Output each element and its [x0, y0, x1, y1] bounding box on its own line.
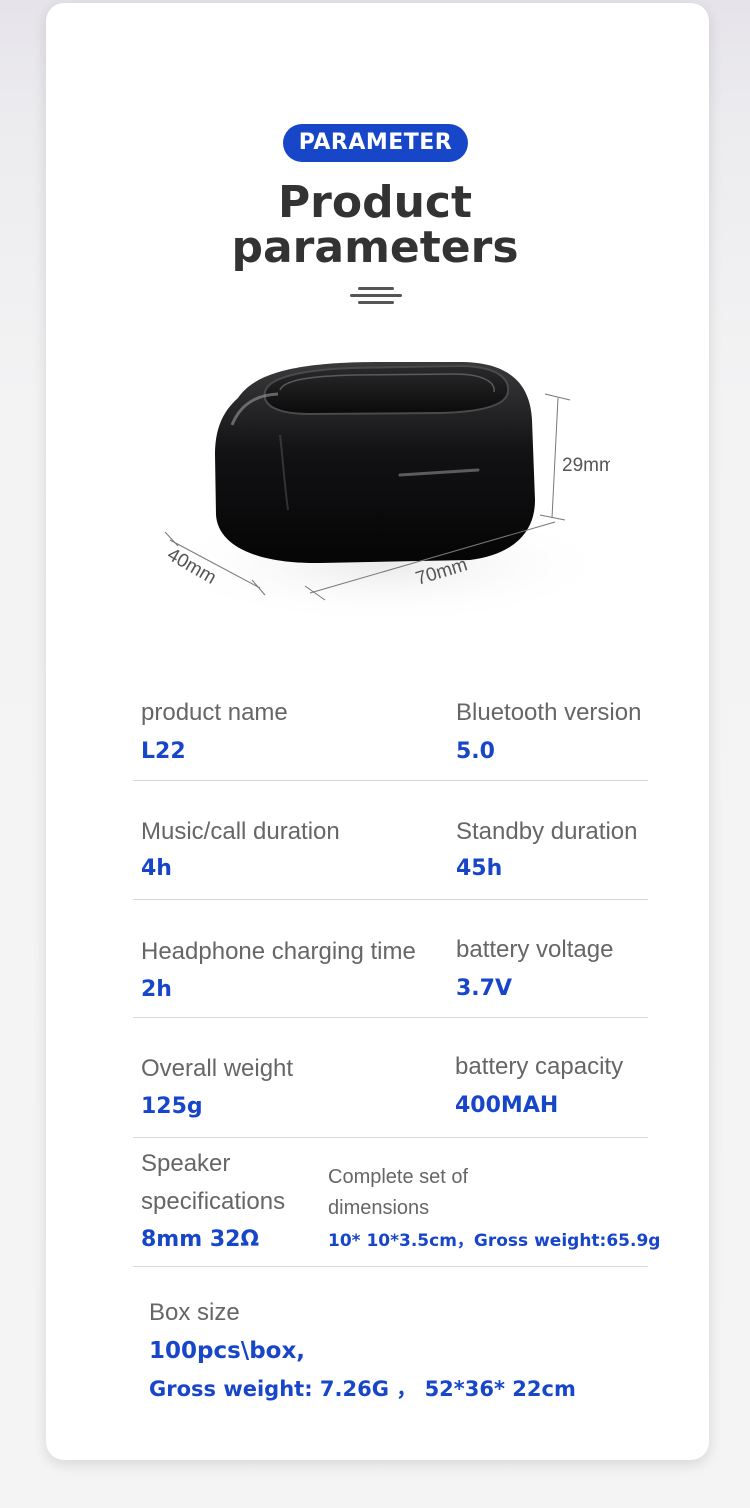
complete-set-label-line1: Complete set of: [328, 1166, 469, 1188]
standby-duration-label: Standby duration: [456, 818, 638, 845]
charging-time-label: Headphone charging time: [141, 938, 416, 965]
bluetooth-version-label: Bluetooth version: [456, 699, 642, 726]
battery-capacity-value: 400MAH: [455, 1093, 559, 1118]
parameter-badge: PARAMETER: [283, 124, 468, 162]
box-size-value-line2: Gross weight: 7.26G ， 52*36* 22cm: [149, 1377, 576, 1401]
product-name-value: L22: [141, 739, 186, 764]
music-call-duration-label: Music/call duration: [141, 818, 340, 845]
box-size-value-line1: 100pcs\box,: [149, 1338, 306, 1364]
page-title-line1: Product: [277, 177, 473, 228]
speaker-value: 8mm 32Ω: [141, 1227, 260, 1252]
row-divider: [133, 1137, 648, 1138]
product-name-label: product name: [141, 699, 288, 726]
bluetooth-version-value: 5.0: [456, 739, 495, 764]
music-call-duration-value: 4h: [141, 856, 172, 881]
page-title-line2: parameters: [231, 222, 519, 273]
complete-set-label-line2: dimensions: [328, 1197, 430, 1219]
battery-voltage-value: 3.7V: [456, 976, 512, 1001]
row-divider: [133, 899, 648, 900]
complete-set-value: 10* 10*3.5cm，Gross weight:65.9g: [328, 1231, 661, 1251]
standby-duration-value: 45h: [456, 856, 503, 881]
charging-time-value: 2h: [141, 977, 172, 1002]
row-divider: [133, 1017, 648, 1018]
earbud-case-image: 29mm 70mm 40mm: [160, 362, 610, 625]
row-divider: [133, 1266, 648, 1267]
speaker-label-line2: specifications: [141, 1188, 286, 1215]
speaker-label-line1: Speaker: [141, 1150, 231, 1177]
overall-weight-value: 125g: [141, 1094, 203, 1119]
battery-voltage-label: battery voltage: [456, 936, 614, 963]
row-divider: [133, 780, 648, 781]
battery-capacity-label: battery capacity: [455, 1053, 624, 1080]
overall-weight-label: Overall weight: [141, 1055, 294, 1082]
height-dimension-label: 29mm: [562, 455, 610, 476]
box-size-label: Box size: [149, 1299, 240, 1326]
menu-lines-icon: [350, 287, 402, 305]
